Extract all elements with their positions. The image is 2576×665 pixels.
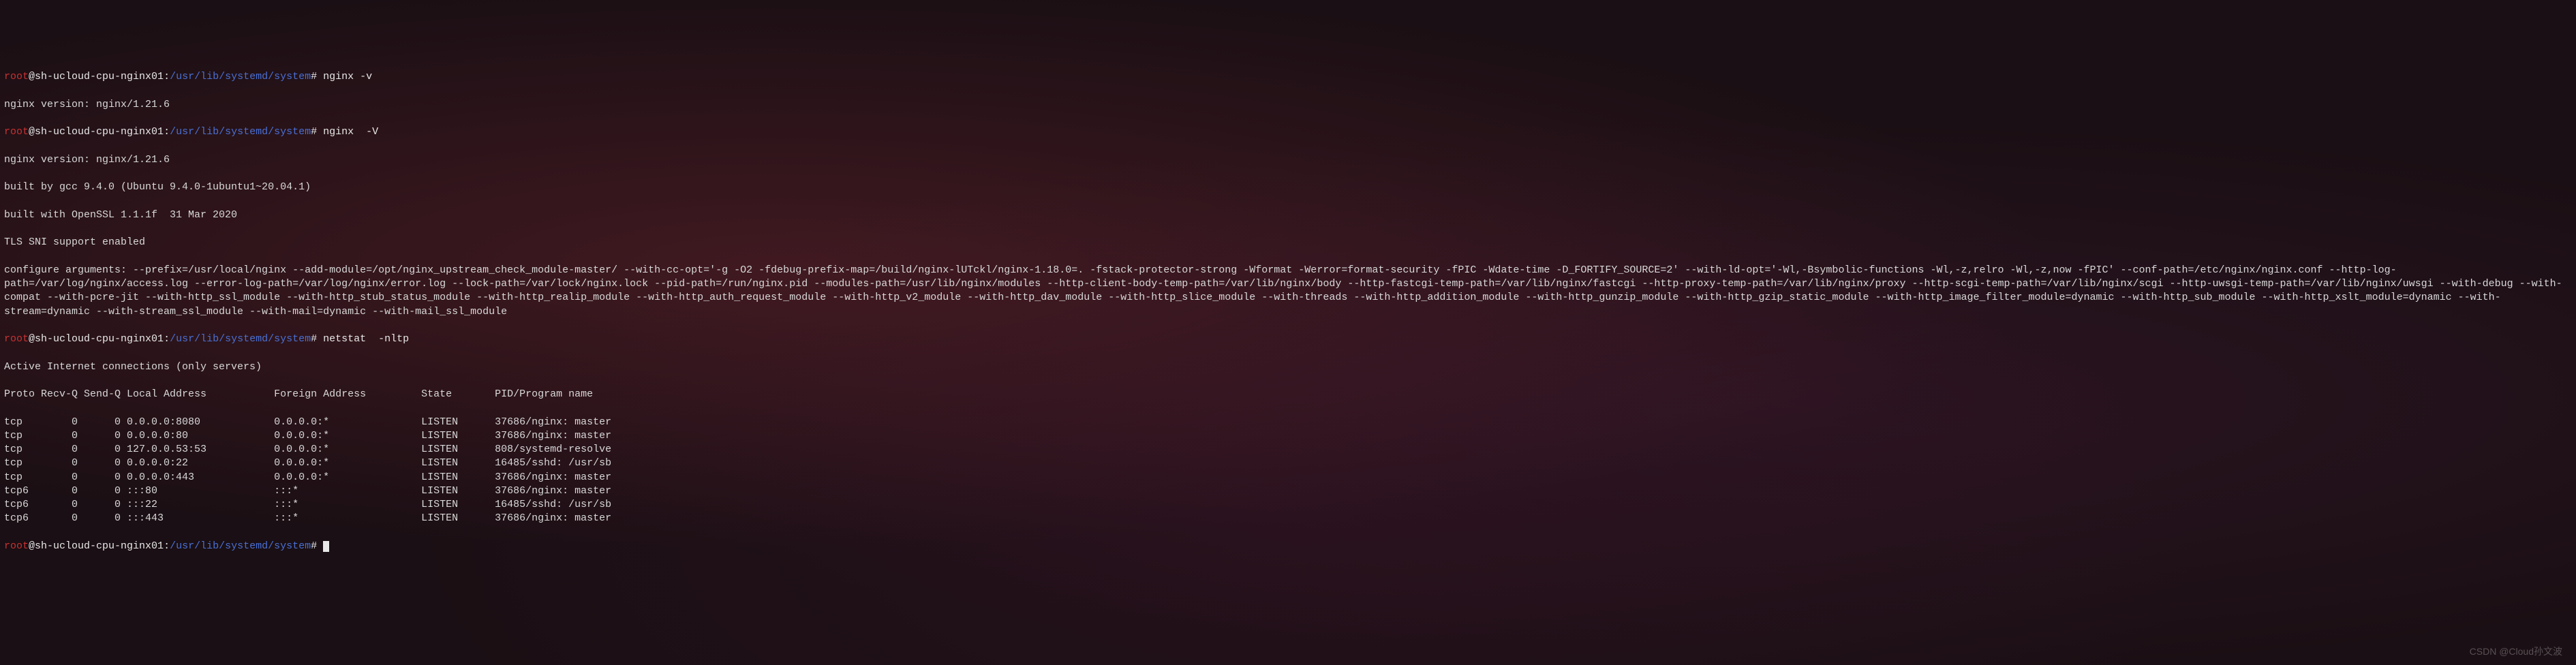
table-row: tcp6 0 0 :::443 :::* LISTEN 37686/nginx:…	[4, 512, 2572, 525]
netstat-columns: Proto Recv-Q Send-Q Local Address Foreig…	[4, 388, 2572, 401]
output-line: built by gcc 9.4.0 (Ubuntu 9.4.0-1ubuntu…	[4, 181, 2572, 194]
table-row: tcp6 0 0 :::22 :::* LISTEN 16485/sshd: /…	[4, 498, 2572, 512]
command-text: nginx -V	[323, 126, 378, 138]
terminal-output[interactable]: root@sh-ucloud-cpu-nginx01:/usr/lib/syst…	[4, 57, 2572, 567]
prompt-user: root	[4, 71, 29, 82]
prompt-line: root@sh-ucloud-cpu-nginx01:/usr/lib/syst…	[4, 70, 2572, 84]
prompt-line[interactable]: root@sh-ucloud-cpu-nginx01:/usr/lib/syst…	[4, 540, 2572, 553]
command-text: netstat -nltp	[323, 333, 409, 345]
table-row: tcp 0 0 0.0.0.0:443 0.0.0.0:* LISTEN 376…	[4, 471, 2572, 484]
output-line: nginx version: nginx/1.21.6	[4, 153, 2572, 167]
watermark: CSDN @Cloud孙文波	[2470, 645, 2562, 658]
table-row: tcp 0 0 0.0.0.0:22 0.0.0.0:* LISTEN 1648…	[4, 457, 2572, 470]
netstat-table-body: tcp 0 0 0.0.0.0:8080 0.0.0.0:* LISTEN 37…	[4, 416, 2572, 526]
command-text: nginx -v	[323, 71, 372, 82]
table-row: tcp 0 0 0.0.0.0:80 0.0.0.0:* LISTEN 3768…	[4, 429, 2572, 443]
output-line: nginx version: nginx/1.21.6	[4, 98, 2572, 112]
table-row: tcp 0 0 127.0.0.53:53 0.0.0.0:* LISTEN 8…	[4, 443, 2572, 457]
prompt-line: root@sh-ucloud-cpu-nginx01:/usr/lib/syst…	[4, 332, 2572, 346]
output-line: TLS SNI support enabled	[4, 236, 2572, 249]
prompt-line: root@sh-ucloud-cpu-nginx01:/usr/lib/syst…	[4, 125, 2572, 139]
netstat-header: Active Internet connections (only server…	[4, 360, 2572, 374]
prompt-host: sh-ucloud-cpu-nginx01	[35, 71, 164, 82]
table-row: tcp 0 0 0.0.0.0:8080 0.0.0.0:* LISTEN 37…	[4, 416, 2572, 429]
table-row: tcp6 0 0 :::80 :::* LISTEN 37686/nginx: …	[4, 484, 2572, 498]
output-line: built with OpenSSL 1.1.1f 31 Mar 2020	[4, 208, 2572, 222]
output-configure-args: configure arguments: --prefix=/usr/local…	[4, 264, 2566, 319]
cursor[interactable]	[323, 541, 329, 552]
prompt-path: /usr/lib/systemd/system	[170, 71, 311, 82]
